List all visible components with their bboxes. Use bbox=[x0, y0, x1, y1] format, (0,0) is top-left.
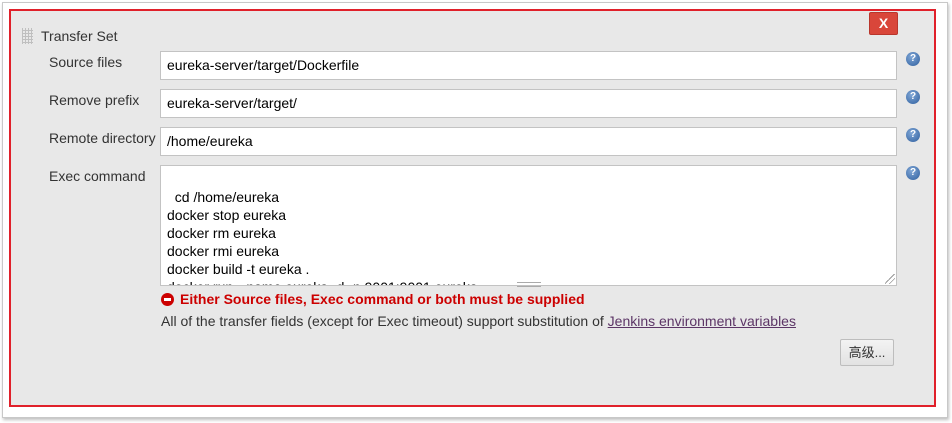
exec-command-label: Exec command bbox=[49, 168, 146, 184]
exec-command-text: cd /home/eureka docker stop eureka docke… bbox=[167, 189, 478, 285]
error-icon bbox=[161, 292, 174, 306]
env-variables-link[interactable]: Jenkins environment variables bbox=[608, 313, 796, 329]
resize-grip-icon[interactable] bbox=[885, 274, 895, 284]
exec-command-textarea[interactable]: cd /home/eureka docker stop eureka docke… bbox=[160, 165, 897, 286]
source-files-input[interactable]: eureka-server/target/Dockerfile bbox=[160, 51, 897, 80]
exec-command-help-icon[interactable]: ? bbox=[906, 166, 920, 180]
validation-error: Either Source files, Exec command or bot… bbox=[161, 291, 585, 307]
section-title: Transfer Set bbox=[41, 28, 118, 44]
advanced-button[interactable]: 高级... bbox=[840, 339, 894, 366]
validation-error-text: Either Source files, Exec command or bot… bbox=[180, 291, 585, 307]
remote-directory-help-icon[interactable]: ? bbox=[906, 128, 920, 142]
remove-prefix-input[interactable]: eureka-server/target/ bbox=[160, 89, 897, 118]
remote-directory-label: Remote directory bbox=[49, 130, 156, 146]
remove-prefix-help-icon[interactable]: ? bbox=[906, 90, 920, 104]
textarea-expand-handle[interactable] bbox=[517, 282, 541, 287]
substitution-info: All of the transfer fields (except for E… bbox=[161, 313, 796, 329]
delete-transfer-set-button[interactable]: X bbox=[869, 12, 898, 35]
substitution-info-text: All of the transfer fields (except for E… bbox=[161, 313, 608, 329]
remote-directory-input[interactable]: /home/eureka bbox=[160, 127, 897, 156]
remove-prefix-label: Remove prefix bbox=[49, 92, 140, 108]
source-files-label: Source files bbox=[49, 54, 123, 70]
drag-handle-icon[interactable] bbox=[22, 28, 33, 44]
source-files-help-icon[interactable]: ? bbox=[906, 52, 920, 66]
